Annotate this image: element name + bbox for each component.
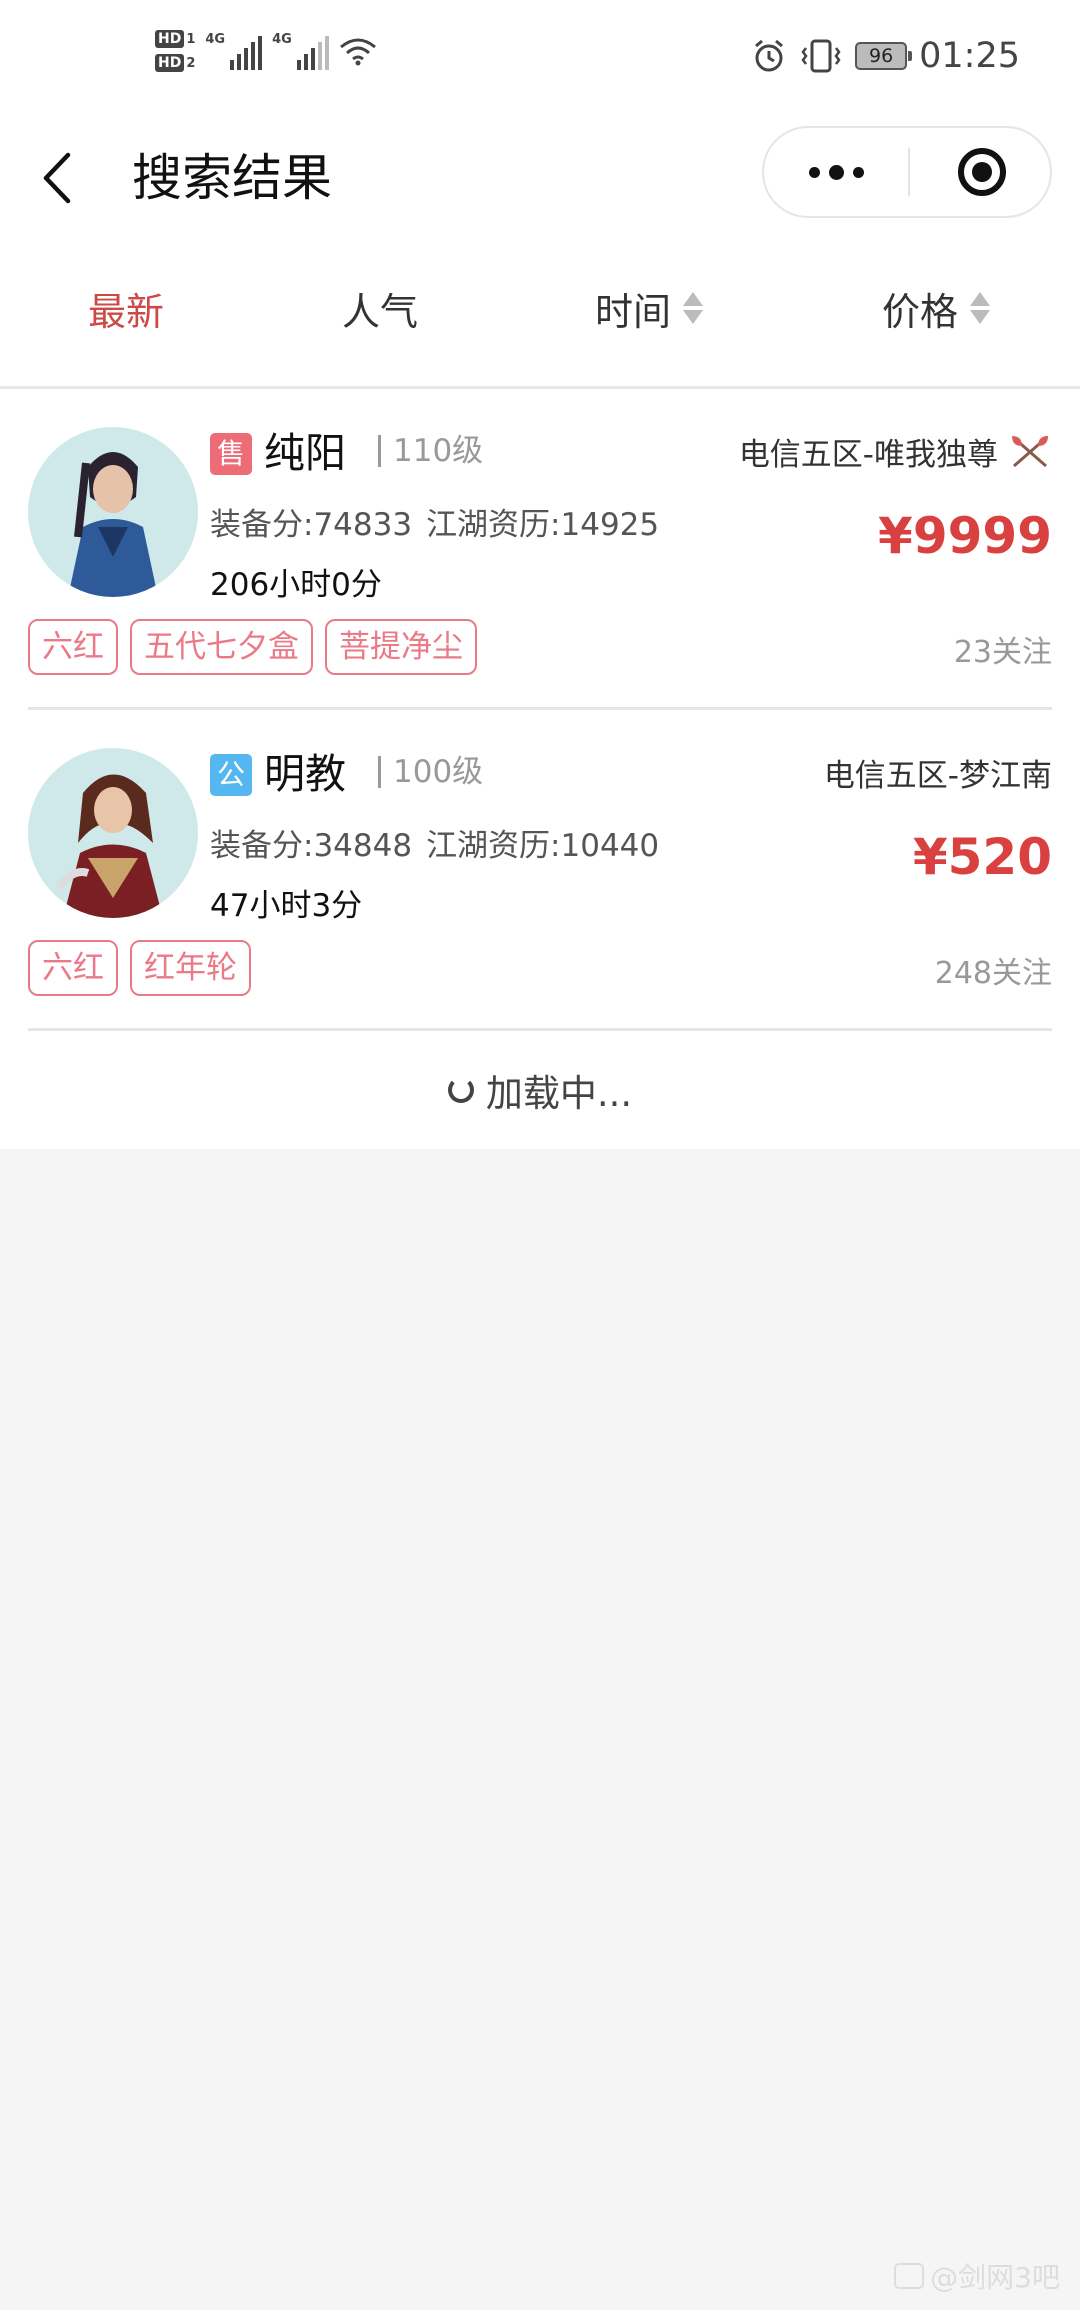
tab-latest[interactable]: 最新 [88,230,164,386]
back-button[interactable] [40,148,80,208]
sort-arrows-icon [683,292,704,324]
server-name: 电信五区-唯我独尊 [739,429,1052,474]
tab-price[interactable]: 价格 [882,230,991,386]
top-area: HD 1 HD 2 4G 4G 96 01:25 搜索结果 最新 人气 时间 价… [0,0,1080,1149]
equip-score: 装备分:34848 [210,828,413,864]
loading-indicator: 加载中... [0,1031,1080,1149]
price: ¥520 [912,828,1052,886]
hd1-label: HD [155,30,185,48]
net2-label: 4G [272,32,292,47]
school-name: 明教 [264,750,346,798]
hd1-indicator: HD 1 [155,30,195,48]
character-avatar-icon [68,452,158,597]
tab-popularity[interactable]: 人气 [342,230,418,386]
stats: 装备分:34848 江湖资历:10440 [210,820,659,865]
close-miniprogram-button[interactable] [958,148,1006,196]
tag-list: 六红 五代七夕盒 菩提净尘 [28,619,477,675]
alarm-icon [755,39,784,72]
status-badge: 公 [210,754,252,796]
avatar [28,748,198,918]
spinner-icon [447,1077,474,1103]
tag-list: 六红 红年轮 [28,940,251,996]
level-label: 100级 [378,756,483,788]
avatar [28,427,198,597]
hd2-sub: 2 [186,55,196,71]
tab-label: 最新 [88,289,165,334]
chevron-left-icon [43,152,71,204]
follow-count: 23关注 [953,635,1052,670]
jianghu-exp: 江湖资历:10440 [426,828,660,864]
play-duration: 47小时3分 [210,888,363,924]
watermark: @剑网3吧 [894,2256,1060,2296]
tab-label: 价格 [882,289,959,334]
more-dot-icon [852,166,864,178]
hd2-label: HD [155,54,185,72]
equip-score: 装备分:74833 [210,507,413,543]
vibrate-icon [801,39,841,73]
result-item[interactable]: 售 纯阳 110级 电信五区-唯我独尊 装备分:74833 江湖资历:14925 … [28,389,1052,710]
tab-time[interactable]: 时间 [595,230,704,386]
tag: 六红 [28,940,118,996]
server-name: 电信五区-梦江南 [824,750,1052,795]
result-item[interactable]: 公 明教 100级 电信五区-梦江南 装备分:34848 江湖资历:10440 4… [28,710,1052,1031]
page-title: 搜索结果 [132,149,332,207]
capsule-divider [908,148,910,196]
more-dot-icon [808,166,820,178]
tab-label: 时间 [595,289,672,334]
status-bar: HD 1 HD 2 4G 4G 96 01:25 [0,0,1080,120]
level-label: 110级 [378,435,483,467]
tag: 六红 [28,619,118,675]
status-left: HD 1 HD 2 4G 4G [155,30,377,72]
loading-text: 加载中... [485,1072,633,1115]
server-label: 电信五区-梦江南 [823,758,1052,794]
sort-tabs: 最新 人气 时间 价格 [0,230,1080,389]
signal-1-icon: 4G [205,32,263,70]
jianghu-exp: 江湖资历:14925 [426,507,660,543]
tab-label: 人气 [342,289,419,334]
nav-bar: 搜索结果 [0,120,1080,230]
miniprogram-capsule [762,126,1052,218]
status-right: 96 01:25 [751,36,1020,76]
hd2-indicator: HD 2 [155,54,195,72]
status-badge: 售 [210,433,252,475]
clock: 01:25 [919,36,1020,76]
server-label: 电信五区-唯我独尊 [738,437,998,473]
battery-icon: 96 [855,42,913,70]
price: ¥9999 [878,507,1052,565]
signal-2-icon: 4G [272,32,329,70]
tag: 五代七夕盒 [130,619,313,675]
school-name: 纯阳 [264,429,346,477]
hd1-sub: 1 [186,31,196,47]
result-list: 售 纯阳 110级 电信五区-唯我独尊 装备分:74833 江湖资历:14925 … [0,389,1080,1031]
wifi-icon [339,38,376,66]
tag: 菩提净尘 [325,619,477,675]
watermark-logo-icon [894,2263,925,2289]
hd-indicators: HD 1 HD 2 [155,30,195,72]
net1-label: 4G [205,32,226,47]
more-button[interactable] [764,128,908,216]
sort-arrows-icon [970,292,991,324]
follow-count: 248关注 [934,956,1052,991]
more-dot-icon [828,164,844,180]
watermark-text: @剑网3吧 [930,2261,1060,2294]
play-duration: 206小时0分 [210,567,382,603]
battery-level: 96 [869,45,894,67]
tag: 红年轮 [130,940,251,996]
stats: 装备分:74833 江湖资历:14925 [210,499,659,544]
crossed-axes-icon [1012,435,1048,467]
character-avatar-icon [54,774,163,918]
